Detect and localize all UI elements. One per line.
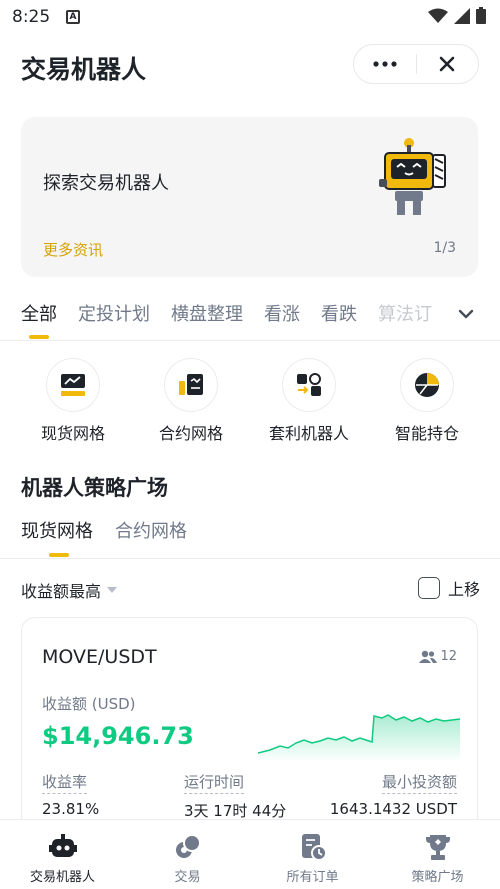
nav-trade[interactable]: 交易 [125,820,250,889]
quick-label: 套利机器人 [268,424,349,443]
arbitrage-bot-icon [297,373,321,396]
banner-title: 探索交易机器人 [43,173,169,194]
min-invest-value: 1643.1432 USDT [329,800,457,818]
more-icon [373,61,397,67]
spot-grid-icon [61,374,85,396]
quick-icon-circle [164,358,218,412]
quick-futures-grid[interactable]: 合约网格 [141,358,241,444]
bottom-nav: 交易机器人 交易 所有订单 策略广场 [0,819,500,889]
quick-label: 合约网格 [158,424,223,443]
min-invest-label: 最小投资额 [381,771,457,794]
trade-icon [175,834,201,858]
upmove-checkbox[interactable] [418,577,440,599]
tab-dca[interactable]: 定投计划 [78,300,150,340]
section-title: 机器人策略广场 [21,476,168,500]
nav-label: 策略广场 [411,870,464,885]
quick-label: 现货网格 [40,424,105,443]
quick-smart-position[interactable]: 智能持仓 [377,358,477,444]
nav-label: 所有订单 [286,870,339,885]
quick-spot-grid[interactable]: 现货网格 [23,358,123,444]
tab-algo[interactable]: 算法订 [378,300,432,340]
sort-label: 收益额最高 [21,582,102,601]
profit-label: 收益额 (USD) [42,695,136,713]
header-actions [353,44,479,84]
tab-spot-grid[interactable]: 现货网格 [21,518,93,558]
strategy-card[interactable]: MOVE/USDT 12 收益额 (USD) $14,946.73 收益率 23… [21,617,478,847]
promo-banner[interactable]: 探索交易机器人 更多资讯 1/3 [21,117,478,277]
orders-icon [301,834,326,861]
tab-all[interactable]: 全部 [21,300,57,340]
profit-sparkline [258,714,460,760]
upmove-label: 上移 [448,580,481,599]
quick-icon-circle [282,358,336,412]
wifi-icon [428,8,448,23]
battery-icon [476,7,486,24]
copy-users: 12 [419,649,457,664]
tab-bullish[interactable]: 看涨 [264,300,300,340]
rate-label: 收益率 [42,771,88,794]
quick-icon-circle [400,358,454,412]
banner-page-indicator: 1/3 [433,240,456,256]
notification-icon: A [66,10,80,24]
nav-label: 交易 [174,870,201,885]
quick-label: 智能持仓 [394,424,459,443]
status-bar: 8:25 A [0,0,500,34]
upmove-toggle[interactable]: 上移 [418,576,480,600]
status-icons [428,7,486,24]
profit-value: $14,946.73 [42,722,194,750]
robot-icon [48,834,77,857]
chevron-down-icon[interactable] [456,306,476,322]
status-time: 8:25 [12,7,51,27]
close-icon [439,56,455,72]
nav-strategy-square[interactable]: 策略广场 [375,820,500,889]
smart-position-icon [415,373,439,397]
robot-illustration [379,138,446,215]
nav-trading-bots[interactable]: 交易机器人 [0,820,125,889]
users-count: 12 [440,649,457,664]
futures-grid-icon [179,374,203,395]
quick-icon-circle [46,358,100,412]
nav-all-orders[interactable]: 所有订单 [250,820,375,889]
close-button[interactable] [416,44,478,84]
caret-down-icon [107,587,118,593]
trophy-icon [425,835,450,860]
signal-icon [454,7,470,24]
trading-pair: MOVE/USDT [42,646,157,668]
page-title: 交易机器人 [21,55,147,84]
runtime-value: 3天 17时 44分 [184,802,287,820]
banner-more-link[interactable]: 更多资讯 [43,239,103,260]
tab-sideways[interactable]: 横盘整理 [171,300,243,340]
divider [0,558,500,559]
quick-arbitrage-bot[interactable]: 套利机器人 [259,358,359,444]
tab-bearish[interactable]: 看跌 [321,300,357,340]
strategy-tabs: 现货网格 合约网格 [21,518,187,558]
more-button[interactable] [354,44,416,84]
runtime-label: 运行时间 [184,771,245,794]
sort-dropdown[interactable]: 收益额最高 [21,578,118,602]
divider [0,340,500,341]
category-tabs: 全部 定投计划 横盘整理 看涨 看跌 算法订 [21,300,461,340]
rate-value: 23.81% [42,800,100,818]
nav-label: 交易机器人 [29,870,95,885]
users-icon [419,650,438,663]
tab-futures-grid[interactable]: 合约网格 [115,518,187,558]
